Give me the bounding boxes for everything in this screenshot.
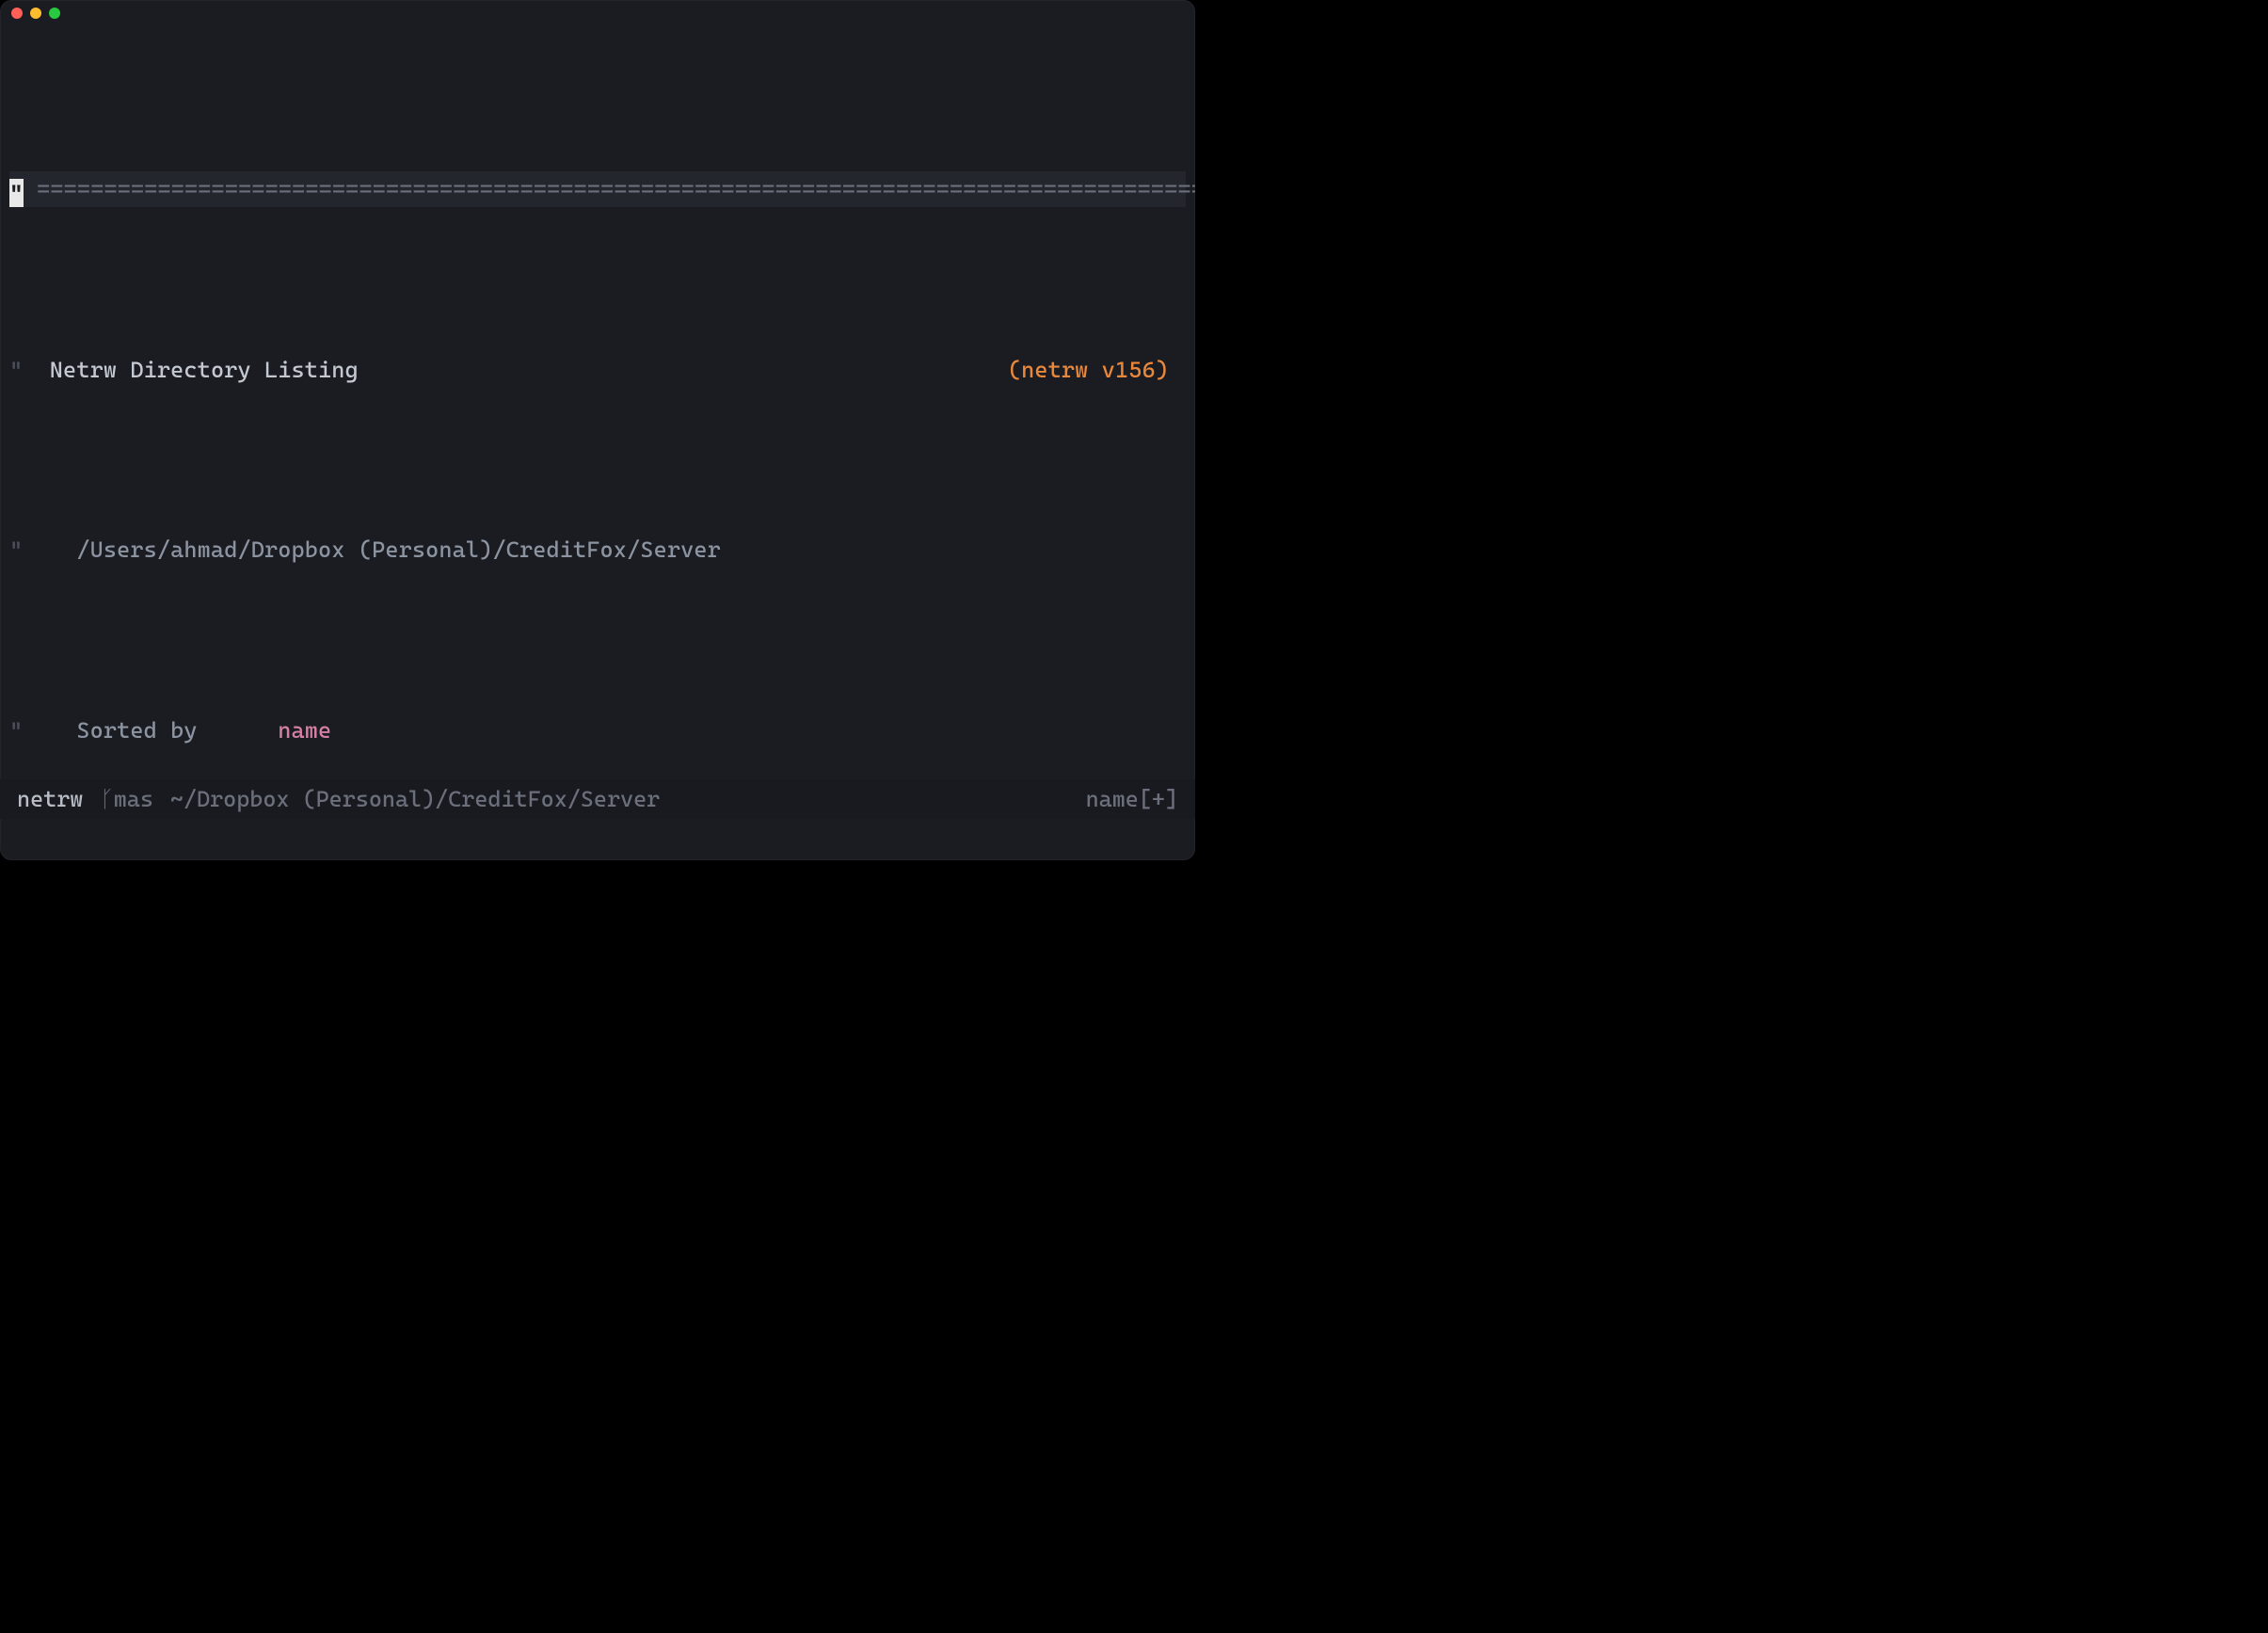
titlebar: [0, 0, 1195, 26]
status-filetype: netrw: [17, 781, 83, 817]
terminal-window: " ======================================…: [0, 0, 1195, 860]
netrw-version: (netrw v156): [1008, 352, 1186, 388]
current-path: /Users/ahmad/Dropbox (Personal)/CreditFo…: [76, 536, 721, 563]
git-branch-icon: ᚴ: [100, 781, 113, 817]
status-buffer-name: name: [1086, 781, 1139, 817]
header-path-line: " /Users/ahmad/Dropbox (Personal)/Credit…: [9, 532, 1186, 568]
close-icon[interactable]: [11, 8, 23, 19]
minimize-icon[interactable]: [30, 8, 41, 19]
header-sortedby-line: " Sorted by name: [9, 712, 1186, 748]
status-bar: netrw ᚴ mas ~/Dropbox (Personal)/CreditF…: [0, 779, 1195, 819]
sorted-by-value: name: [278, 717, 331, 744]
cursor: ": [9, 179, 24, 207]
header-rule-top: " ======================================…: [9, 171, 1186, 207]
status-branch: mas: [114, 781, 153, 817]
zoom-icon[interactable]: [49, 8, 60, 19]
status-modified-flag: [+]: [1139, 781, 1178, 817]
netrw-title: Netrw Directory Listing: [50, 357, 359, 383]
rule-text: ========================================…: [37, 176, 1195, 202]
status-cwd: ~/Dropbox (Personal)/CreditFox/Server: [170, 781, 660, 817]
editor-content[interactable]: " ======================================…: [0, 26, 1195, 860]
sorted-by-label: Sorted by: [76, 717, 197, 744]
header-title-line: " Netrw Directory Listing(netrw v156): [9, 352, 1186, 388]
